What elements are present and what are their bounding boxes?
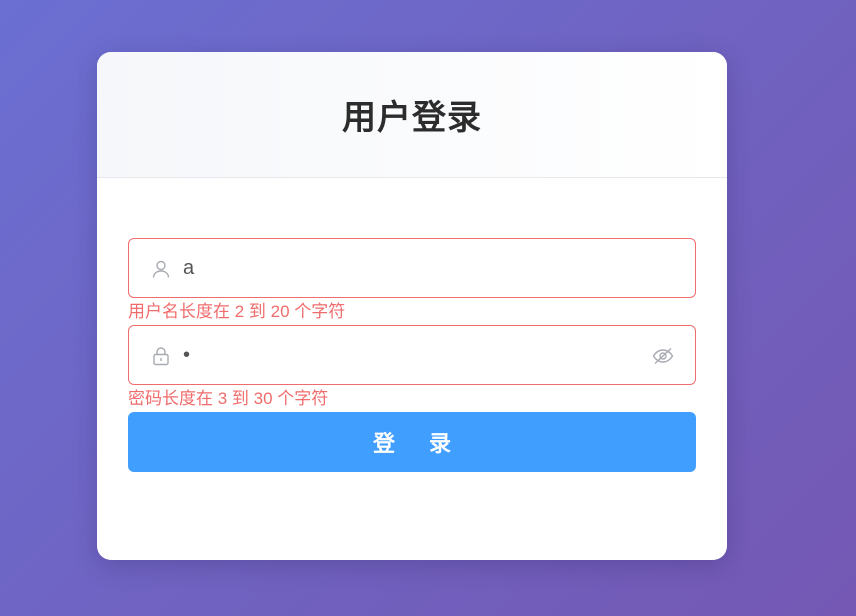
login-form: 用户名长度在 2 到 20 个字符 密码长度在 3 到 30 个字符 登 录	[128, 238, 696, 472]
username-field	[128, 238, 696, 298]
login-card: 用户登录 用户名长度在 2 到 20 个字符	[97, 52, 727, 560]
login-button[interactable]: 登 录	[128, 412, 696, 472]
lock-icon	[150, 345, 172, 367]
page-title: 用户登录	[342, 99, 482, 137]
username-input[interactable]	[129, 239, 695, 297]
card-header: 用户登录	[97, 52, 727, 178]
user-icon	[150, 258, 172, 280]
password-field	[128, 325, 696, 385]
password-error: 密码长度在 3 到 30 个字符	[128, 389, 329, 408]
password-input[interactable]	[129, 326, 695, 384]
username-error: 用户名长度在 2 到 20 个字符	[128, 302, 346, 321]
eye-slash-icon[interactable]	[651, 345, 675, 367]
